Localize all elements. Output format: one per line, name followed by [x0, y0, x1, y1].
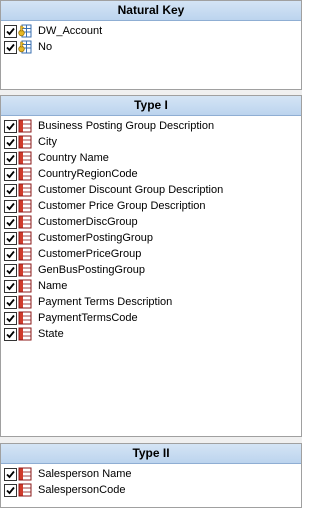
list-item[interactable]: City	[4, 134, 301, 150]
list-item[interactable]: CountryRegionCode	[4, 166, 301, 182]
table-column-icon	[18, 151, 32, 165]
table-column-icon	[18, 135, 32, 149]
column-checkbox[interactable]	[4, 247, 17, 261]
column-label: State	[38, 328, 64, 340]
table-column-icon	[18, 279, 32, 293]
list-item[interactable]: PaymentTermsCode	[4, 310, 301, 326]
column-label: Customer Price Group Description	[38, 200, 206, 212]
column-label: Name	[38, 280, 68, 292]
column-label: CustomerPostingGroup	[38, 232, 153, 244]
list-item[interactable]: Payment Terms Description	[4, 294, 301, 310]
type-2-list: Salesperson Name SalespersonCode	[1, 464, 301, 498]
column-checkbox[interactable]	[4, 263, 17, 277]
table-column-icon	[18, 263, 32, 277]
type-1-panel: Type I Business Posting Group Descriptio…	[0, 95, 302, 437]
column-label: CountryRegionCode	[38, 168, 138, 180]
list-item[interactable]: SalespersonCode	[4, 482, 301, 498]
column-label: CustomerDiscGroup	[38, 216, 138, 228]
type-2-panel: Type II Salesperson Name SalespersonCode	[0, 443, 302, 508]
column-checkbox[interactable]	[4, 311, 17, 325]
column-checkbox[interactable]	[4, 183, 17, 197]
type-1-header: Type I	[1, 96, 301, 116]
list-item[interactable]: DW_Account	[4, 23, 301, 39]
natural-key-panel: Natural Key DW_Account No	[0, 0, 302, 90]
table-column-icon	[18, 311, 32, 325]
list-item[interactable]: Business Posting Group Description	[4, 118, 301, 134]
table-column-icon	[18, 247, 32, 261]
list-item[interactable]: Customer Discount Group Description	[4, 182, 301, 198]
column-checkbox[interactable]	[4, 167, 17, 181]
column-label: City	[38, 136, 57, 148]
column-checkbox[interactable]	[4, 119, 17, 133]
column-checkbox[interactable]	[4, 279, 17, 293]
column-checkbox[interactable]	[4, 151, 17, 165]
table-column-icon	[18, 327, 32, 341]
list-item[interactable]: GenBusPostingGroup	[4, 262, 301, 278]
column-checkbox[interactable]	[4, 327, 17, 341]
column-label: SalespersonCode	[38, 484, 126, 496]
column-checkbox[interactable]	[4, 40, 17, 54]
list-item[interactable]: Salesperson Name	[4, 466, 301, 482]
column-checkbox[interactable]	[4, 135, 17, 149]
list-item[interactable]: No	[4, 39, 301, 55]
column-checkbox[interactable]	[4, 199, 17, 213]
column-checkbox[interactable]	[4, 295, 17, 309]
list-item[interactable]: CustomerDiscGroup	[4, 214, 301, 230]
column-checkbox[interactable]	[4, 483, 17, 497]
column-label: No	[38, 41, 53, 53]
list-item[interactable]: CustomerPriceGroup	[4, 246, 301, 262]
table-column-icon	[18, 295, 32, 309]
column-checkbox[interactable]	[4, 231, 17, 245]
table-column-icon	[18, 231, 32, 245]
column-label: Salesperson Name	[38, 468, 132, 480]
column-label: DW_Account	[38, 25, 103, 37]
list-item[interactable]: State	[4, 326, 301, 342]
list-item[interactable]: Name	[4, 278, 301, 294]
natural-key-header: Natural Key	[1, 1, 301, 21]
list-item[interactable]: CustomerPostingGroup	[4, 230, 301, 246]
column-label: Payment Terms Description	[38, 296, 173, 308]
table-column-icon	[18, 119, 32, 133]
table-column-icon	[18, 483, 32, 497]
key-column-icon	[18, 40, 32, 54]
column-label: Country Name	[38, 152, 109, 164]
table-column-icon	[18, 467, 32, 481]
column-label: PaymentTermsCode	[38, 312, 138, 324]
type-2-header: Type II	[1, 444, 301, 464]
column-checkbox[interactable]	[4, 24, 17, 38]
key-column-icon	[18, 24, 32, 38]
natural-key-list: DW_Account No	[1, 21, 301, 55]
column-checkbox[interactable]	[4, 467, 17, 481]
type-1-list: Business Posting Group Description City Co…	[1, 116, 301, 342]
table-column-icon	[18, 167, 32, 181]
table-column-icon	[18, 199, 32, 213]
column-label: Customer Discount Group Description	[38, 184, 224, 196]
column-checkbox[interactable]	[4, 215, 17, 229]
column-label: Business Posting Group Description	[38, 120, 215, 132]
list-item[interactable]: Customer Price Group Description	[4, 198, 301, 214]
column-label: GenBusPostingGroup	[38, 264, 146, 276]
list-item[interactable]: Country Name	[4, 150, 301, 166]
table-column-icon	[18, 183, 32, 197]
table-column-icon	[18, 215, 32, 229]
column-label: CustomerPriceGroup	[38, 248, 142, 260]
